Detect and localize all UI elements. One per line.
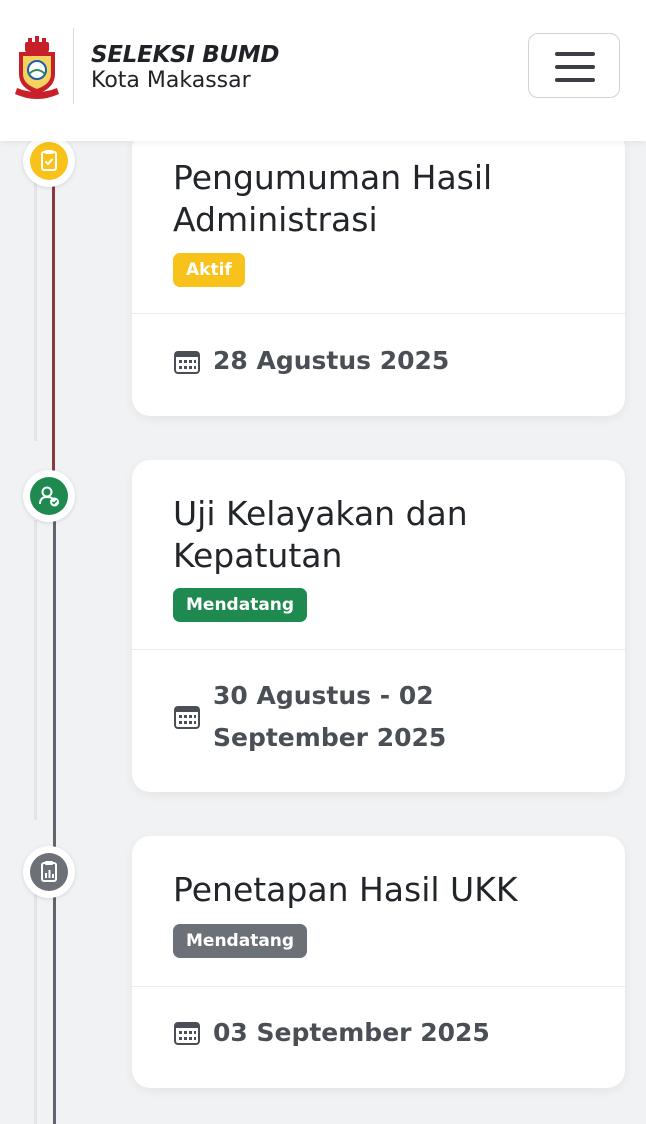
hamburger-menu-icon-bar xyxy=(555,78,595,82)
hamburger-menu-icon xyxy=(555,52,595,56)
calendar-icon xyxy=(174,1022,200,1045)
timeline-line-upcoming xyxy=(53,895,56,1124)
top-navbar: SELEKSI BUMD Kota Makassar xyxy=(0,0,646,141)
calendar-icon xyxy=(174,351,200,374)
timeline-date: 03 September 2025 xyxy=(213,1018,490,1047)
status-badge: Aktif xyxy=(173,253,245,287)
status-badge: Mendatang xyxy=(173,588,308,622)
timeline-track xyxy=(34,141,37,441)
calendar-icon xyxy=(174,706,200,729)
timeline-card[interactable]: Pengumuman Hasil Administrasi Aktif 28 A… xyxy=(132,130,625,416)
timeline-node xyxy=(23,135,75,187)
menu-toggle-button[interactable] xyxy=(528,33,620,98)
brand-title[interactable]: SELEKSI BUMD xyxy=(91,42,279,68)
brand-subtitle[interactable]: Kota Makassar xyxy=(91,68,251,93)
timeline-card[interactable]: Penetapan Hasil UKK Mendatang 03 Septemb… xyxy=(132,836,625,1088)
timeline-card-title: Uji Kelayakan dan Kepatutan xyxy=(173,494,468,575)
timeline-card[interactable]: Uji Kelayakan dan Kepatutan Mendatang 30… xyxy=(132,460,625,792)
status-badge: Mendatang xyxy=(173,924,308,958)
user-check-icon xyxy=(39,486,59,507)
timeline-node xyxy=(23,470,75,522)
card-divider xyxy=(132,986,625,987)
timeline-node xyxy=(23,846,75,898)
clipboard-check-icon xyxy=(41,150,57,171)
timeline-date: 28 Agustus 2025 xyxy=(213,346,450,375)
timeline-card-title: Penetapan Hasil UKK xyxy=(173,870,518,909)
brand-divider xyxy=(73,28,74,104)
clipboard-chart-icon xyxy=(41,861,57,882)
card-divider xyxy=(132,313,625,314)
timeline-line-active xyxy=(52,141,55,480)
timeline-track xyxy=(34,895,37,1124)
makassar-city-emblem-icon[interactable] xyxy=(9,34,65,100)
timeline-card-title: Pengumuman Hasil Administrasi xyxy=(173,158,493,239)
timeline-line-upcoming xyxy=(53,520,56,850)
hamburger-menu-icon-bar xyxy=(555,65,595,69)
timeline-date: 30 Agustus - 02 September 2025 xyxy=(213,681,447,752)
card-divider xyxy=(132,649,625,650)
timeline-track xyxy=(34,520,37,820)
